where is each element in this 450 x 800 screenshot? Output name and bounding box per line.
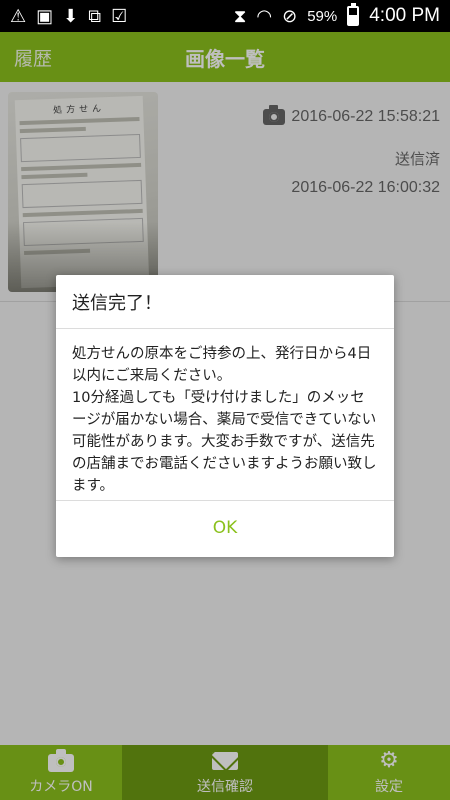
clipboard-check-icon: ☑ [111,6,128,26]
dialog-message: 処方せんの原本をご持参の上、発行日から4日以内にご来局ください。 10分経過して… [56,329,394,501]
notification-icons: ⚠ ▣ ⬇ ⧉ ☑ [10,7,127,25]
status-bar: ⚠ ▣ ⬇ ⧉ ☑ ⧗ ◠ ⊘ 59% 4:00 PM [0,0,450,32]
download-icon: ⬇ [63,6,79,26]
warning-icon: ⚠ [10,6,27,26]
screen-share-icon: ⧉ [88,6,102,26]
wifi-icon: ◠ [256,6,273,26]
send-complete-dialog: 送信完了！ 処方せんの原本をご持参の上、発行日から4日以内にご来局ください。 1… [56,275,394,557]
battery-icon [347,3,360,26]
ok-button[interactable]: OK [56,501,394,555]
do-not-disturb-icon: ⊘ [282,6,298,26]
image-icon: ▣ [36,6,54,26]
clock: 4:00 PM [369,5,440,26]
dialog-title: 送信完了！ [56,275,394,329]
system-icons: ⧗ ◠ ⊘ 59% 4:00 PM [233,3,440,27]
battery-percent: 59% [307,7,338,25]
vibrate-mute-icon: ⧗ [233,6,247,26]
